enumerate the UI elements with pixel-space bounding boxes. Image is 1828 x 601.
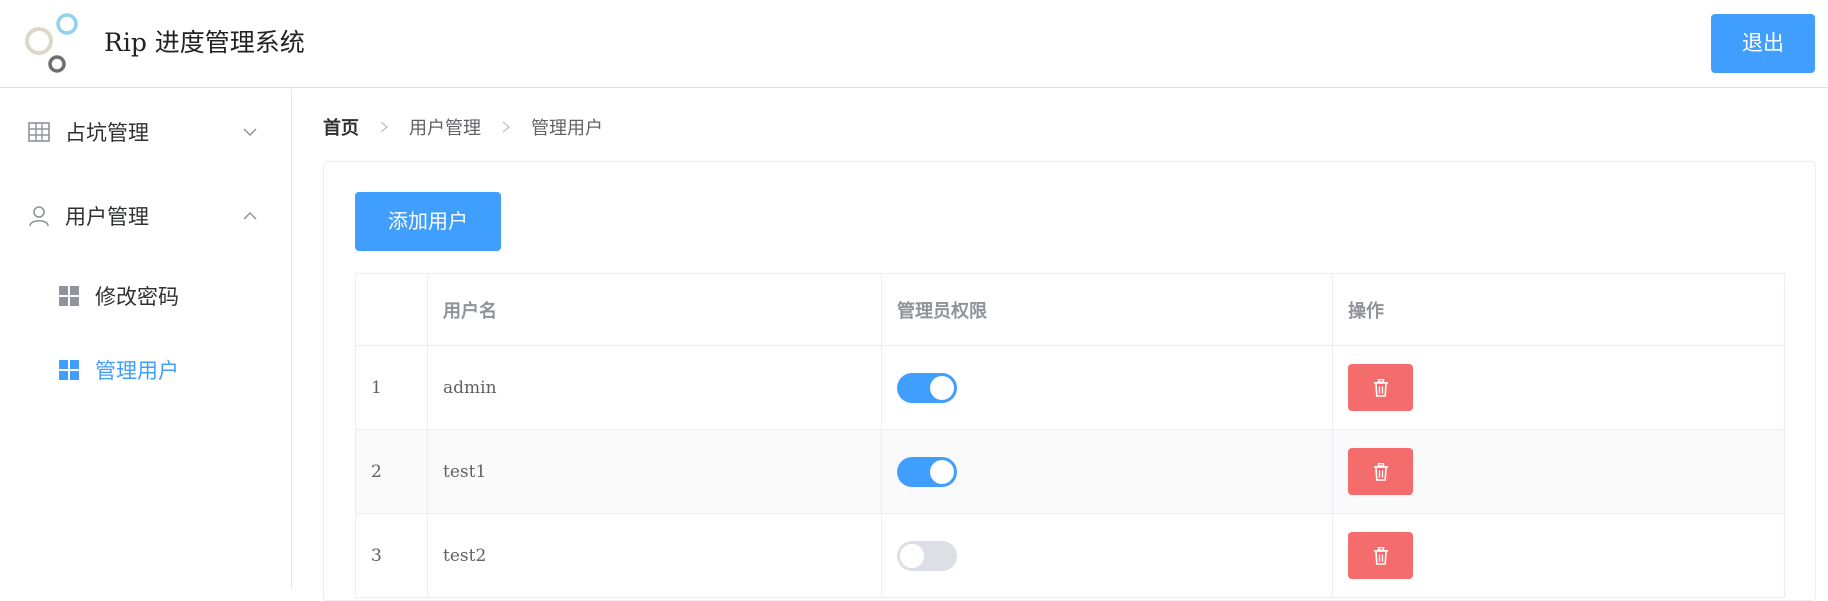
admin-toggle[interactable] — [897, 372, 957, 403]
table-header-row: 用户名 管理员权限 操作 — [355, 273, 1785, 346]
delete-button[interactable] — [1348, 532, 1413, 579]
column-header-username: 用户名 — [427, 274, 881, 345]
admin-toggle[interactable] — [897, 456, 957, 487]
admin-toggle[interactable] — [897, 540, 957, 571]
app-header: Rip 进度管理系统 退出 — [0, 0, 1828, 88]
delete-button[interactable] — [1348, 364, 1413, 411]
table-row: 1 admin — [355, 346, 1785, 430]
content-card: 添加用户 用户名 管理员权限 操作 1 admin 2 test1 3 test… — [323, 161, 1816, 601]
breadcrumb-user-management: 用户管理 — [409, 118, 481, 139]
column-header-index — [355, 274, 427, 345]
row-index: 2 — [371, 461, 382, 482]
sidebar-group-zhankeng[interactable]: 占坑管理 — [0, 97, 291, 167]
trash-icon — [1373, 378, 1388, 397]
chevron-up-icon — [243, 211, 257, 220]
sidebar-item-label: 管理用户 — [95, 359, 179, 383]
table-row: 3 test2 — [355, 514, 1785, 598]
row-username: admin — [443, 377, 497, 398]
sidebar-item-change-password[interactable]: 修改密码 — [0, 266, 291, 326]
chevron-right-icon — [502, 121, 511, 133]
breadcrumb: 首页 用户管理 管理用户 — [323, 114, 603, 140]
breadcrumb-manage-users: 管理用户 — [531, 118, 603, 139]
row-index: 1 — [371, 377, 382, 398]
users-table: 用户名 管理员权限 操作 1 admin 2 test1 3 test2 — [355, 273, 1785, 598]
table-row: 2 test1 — [355, 430, 1785, 514]
app-title: Rip 进度管理系统 — [104, 28, 305, 57]
user-icon — [29, 206, 49, 227]
logout-button[interactable]: 退出 — [1711, 14, 1815, 73]
add-user-button[interactable]: 添加用户 — [355, 192, 501, 251]
trash-icon — [1373, 546, 1388, 565]
menu-grid-icon — [59, 286, 79, 306]
row-index: 3 — [371, 545, 382, 566]
column-header-actions: 操作 — [1332, 274, 1785, 345]
sidebar-group-user-management[interactable]: 用户管理 — [0, 181, 291, 251]
logo-icon — [25, 13, 78, 73]
sidebar-group-label: 用户管理 — [65, 205, 149, 229]
delete-button[interactable] — [1348, 448, 1413, 495]
menu-grid-icon — [59, 360, 79, 380]
grid-icon — [28, 122, 50, 142]
column-header-admin: 管理员权限 — [881, 274, 1332, 345]
chevron-right-icon — [380, 121, 389, 133]
sidebar: 占坑管理 用户管理 修改密码 管理用户 — [0, 89, 292, 589]
chevron-down-icon — [243, 128, 257, 137]
row-username: test1 — [443, 461, 487, 482]
trash-icon — [1373, 462, 1388, 481]
sidebar-group-label: 占坑管理 — [65, 121, 149, 145]
breadcrumb-home[interactable]: 首页 — [323, 114, 359, 140]
row-username: test2 — [443, 545, 487, 566]
sidebar-item-manage-users[interactable]: 管理用户 — [0, 340, 291, 400]
sidebar-item-label: 修改密码 — [95, 285, 179, 309]
